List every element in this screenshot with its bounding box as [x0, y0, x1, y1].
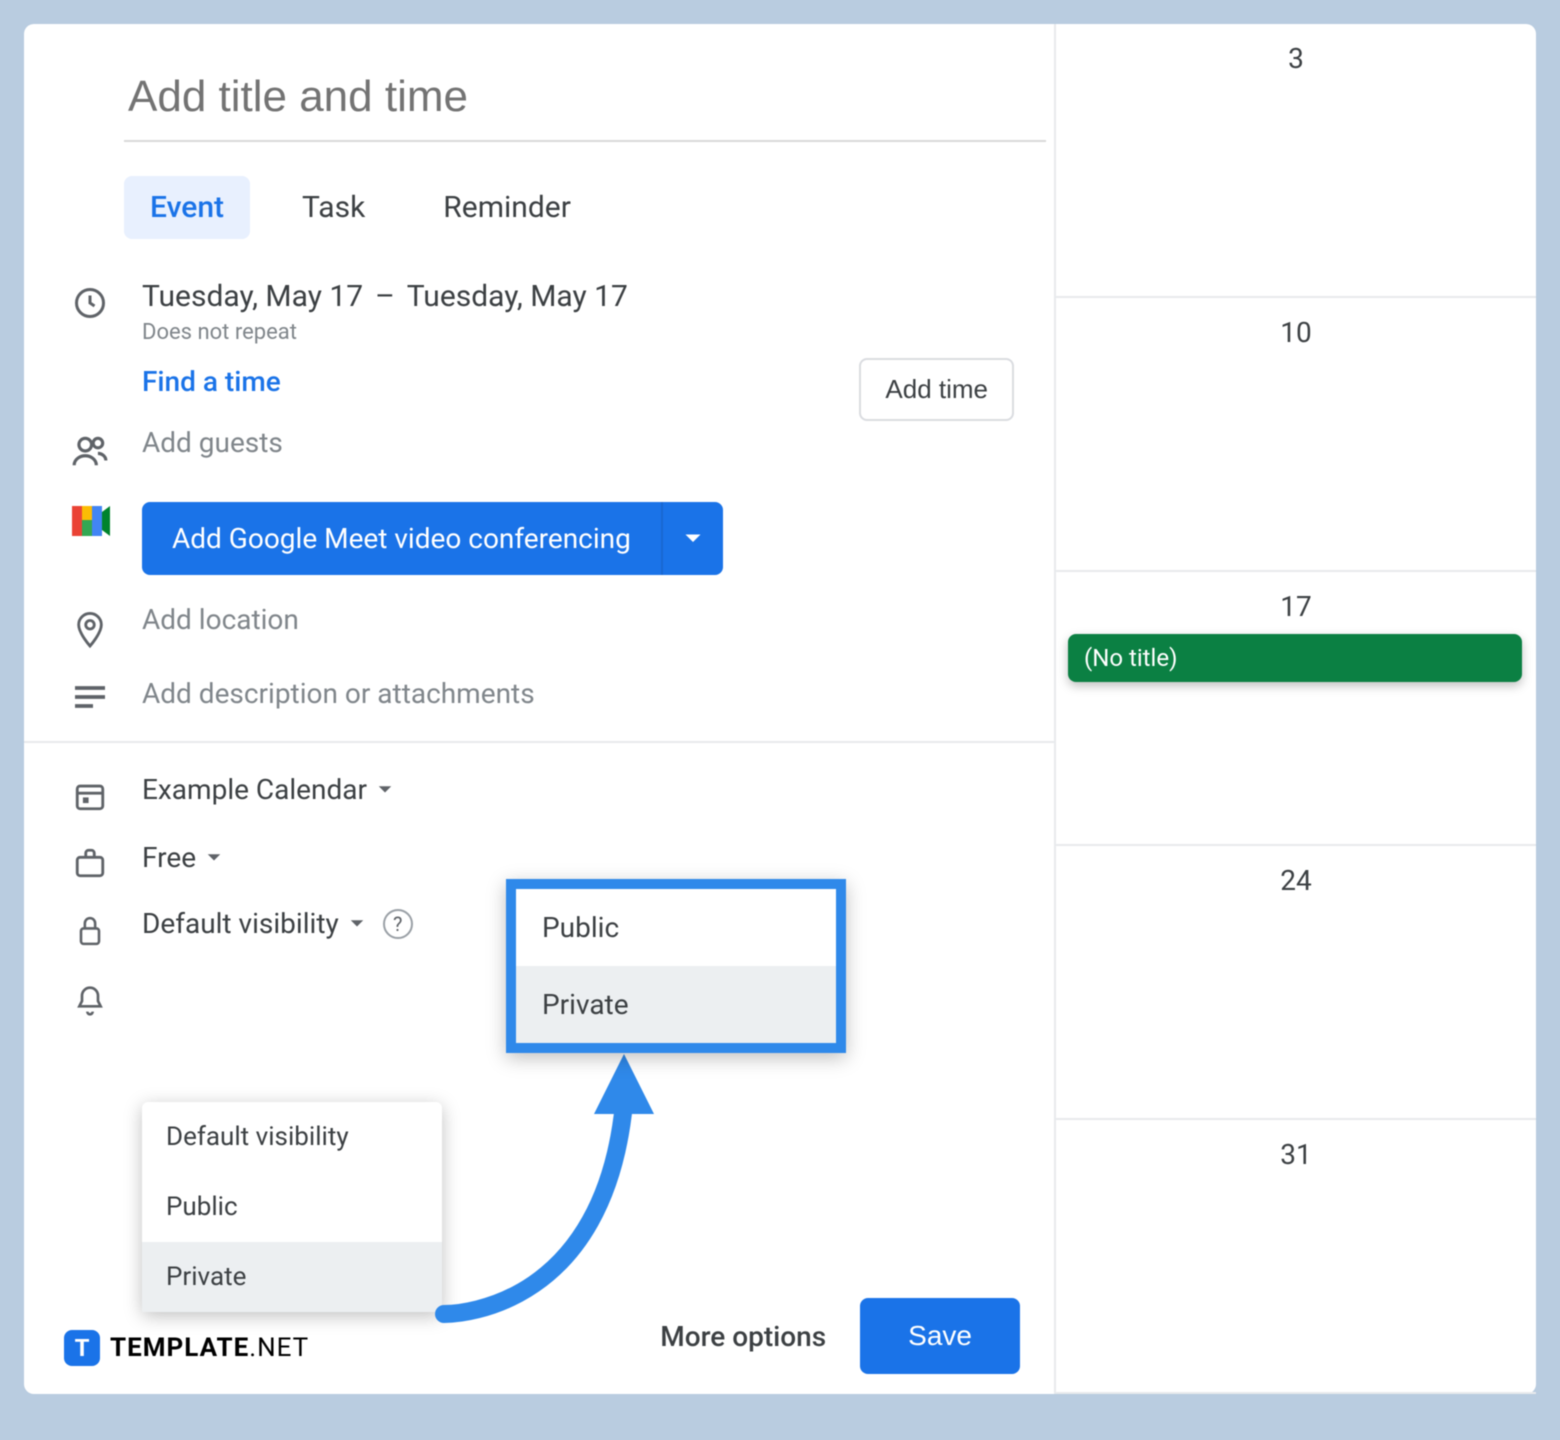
help-icon[interactable]: ?: [383, 909, 413, 939]
day-number: 10: [1280, 316, 1311, 349]
highlight-option-public: Public: [516, 889, 836, 966]
meet-button-group: Add Google Meet video conferencing: [142, 502, 1024, 575]
visibility-option-public[interactable]: Public: [142, 1172, 442, 1242]
briefcase-icon: [68, 841, 112, 879]
calendar-day-cell[interactable]: 31: [1056, 1120, 1536, 1394]
tab-event[interactable]: Event: [124, 176, 250, 239]
description-row[interactable]: Add description or attachments: [68, 677, 1024, 711]
availability-label: Free: [142, 841, 196, 874]
section-divider: [24, 741, 1054, 743]
visibility-option-private[interactable]: Private: [142, 1242, 442, 1312]
calendar-day-cell[interactable]: 10: [1056, 298, 1536, 572]
day-number: 3: [1288, 42, 1304, 75]
availability-row[interactable]: Free: [68, 841, 1024, 879]
google-meet-icon: [68, 498, 112, 538]
day-number: 17: [1280, 590, 1311, 623]
calendar-icon: [68, 773, 112, 813]
annotation-highlight-box: Public Private: [506, 879, 846, 1053]
watermark-text: TEMPLATE.NET: [110, 1333, 309, 1363]
more-options-button[interactable]: More options: [660, 1320, 826, 1353]
calendar-day-cell[interactable]: 3: [1056, 24, 1536, 298]
lock-icon: [68, 907, 112, 949]
date-dash: –: [375, 279, 395, 314]
calendar-select-row[interactable]: Example Calendar: [68, 773, 1024, 813]
day-number: 31: [1280, 1138, 1311, 1171]
location-pin-icon: [68, 603, 112, 649]
save-button[interactable]: Save: [860, 1298, 1020, 1374]
bell-icon: [68, 977, 112, 1019]
meet-row: Add Google Meet video conferencing: [68, 498, 1024, 575]
description-icon: [68, 677, 112, 711]
event-title-input[interactable]: [124, 64, 1046, 142]
visibility-current-label: Default visibility: [142, 907, 339, 940]
add-meet-button[interactable]: Add Google Meet video conferencing: [142, 502, 663, 575]
visibility-dropdown-menu: Default visibility Public Private: [142, 1102, 442, 1312]
date-range[interactable]: Tuesday, May 17 – Tuesday, May 17: [142, 279, 1024, 314]
calendar-selector[interactable]: Example Calendar: [142, 773, 1024, 806]
chevron-down-icon: [206, 853, 222, 863]
chevron-down-icon: [377, 785, 393, 795]
add-description-label: Add description or attachments: [142, 677, 535, 710]
watermark-icon: T: [64, 1330, 100, 1366]
calendar-day-cell[interactable]: 24: [1056, 846, 1536, 1120]
start-date: Tuesday, May 17: [142, 279, 363, 314]
add-guests-label: Add guests: [142, 426, 283, 459]
add-location-label: Add location: [142, 603, 299, 636]
app-frame: Event Task Reminder Tuesday, May 17 – Tu…: [24, 24, 1536, 1394]
event-create-panel: Event Task Reminder Tuesday, May 17 – Tu…: [24, 24, 1054, 1394]
tab-task[interactable]: Task: [276, 176, 391, 239]
meet-dropdown-button[interactable]: [663, 502, 723, 575]
clock-icon: [68, 279, 112, 321]
location-row[interactable]: Add location: [68, 603, 1024, 649]
calendar-day-cell[interactable]: 17 (No title): [1056, 572, 1536, 846]
panel-footer: More options Save: [660, 1298, 1020, 1374]
chevron-down-icon: [349, 919, 365, 929]
selected-calendar-label: Example Calendar: [142, 773, 367, 806]
day-number: 24: [1280, 864, 1311, 897]
availability-selector[interactable]: Free: [142, 841, 1024, 874]
end-date: Tuesday, May 17: [407, 279, 628, 314]
calendar-grid: 3 10 17 (No title) 24 31: [1054, 24, 1536, 1394]
calendar-event-block[interactable]: (No title): [1068, 634, 1522, 682]
visibility-selector[interactable]: Default visibility: [142, 907, 365, 940]
guests-row[interactable]: Add guests: [68, 426, 1024, 470]
add-time-button[interactable]: Add time: [859, 358, 1014, 421]
tab-reminder[interactable]: Reminder: [417, 176, 597, 239]
watermark: T TEMPLATE.NET: [64, 1330, 309, 1366]
repeat-label[interactable]: Does not repeat: [142, 320, 1024, 345]
people-icon: [68, 426, 112, 470]
highlight-option-private: Private: [516, 966, 836, 1043]
event-type-tabs: Event Task Reminder: [124, 176, 1024, 239]
visibility-option-default[interactable]: Default visibility: [142, 1102, 442, 1172]
